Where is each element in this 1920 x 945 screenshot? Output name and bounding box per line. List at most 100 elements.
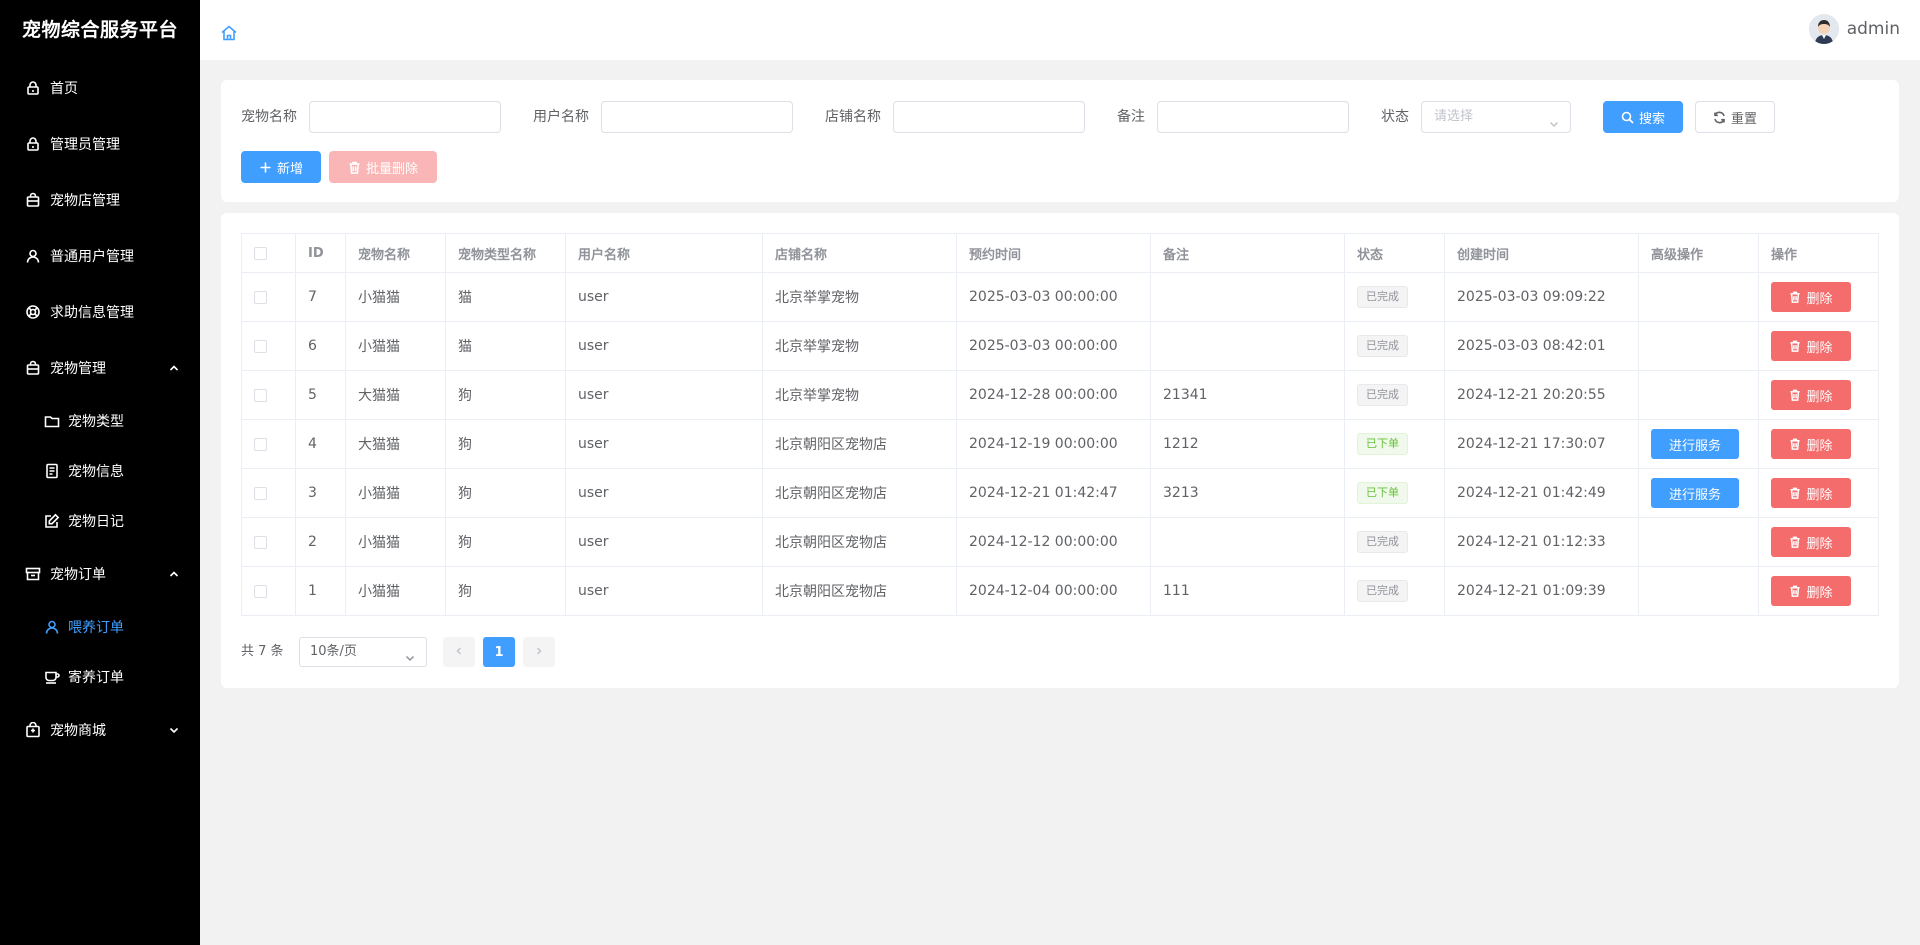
- chevron-down-icon: [1548, 112, 1560, 128]
- home-icon[interactable]: [220, 24, 238, 42]
- cell-id: 1: [295, 566, 346, 616]
- sidebar-item-pet-info[interactable]: 宠物信息: [0, 446, 200, 496]
- delete-button[interactable]: 删除: [1771, 331, 1851, 361]
- cell-actions: 删除: [1758, 419, 1879, 469]
- shop-name-label: 店铺名称: [825, 109, 881, 125]
- shopping-bag-icon: [24, 359, 42, 377]
- pet-name-label: 宠物名称: [241, 109, 297, 125]
- delete-button[interactable]: 删除: [1771, 282, 1851, 312]
- lifebuoy-icon: [24, 303, 42, 321]
- sidebar-item-pet-mall[interactable]: 宠物商城: [0, 702, 200, 758]
- cell-user-name: user: [565, 566, 763, 616]
- reset-button[interactable]: 重置: [1695, 101, 1775, 133]
- sidebar-item-pet-type[interactable]: 宠物类型: [0, 396, 200, 446]
- user-name-input[interactable]: [601, 101, 793, 133]
- cell-id: 4: [295, 419, 346, 469]
- chevron-down-icon: [404, 647, 416, 662]
- cell-remark: 3213: [1150, 468, 1345, 518]
- cell-status: 已完成: [1344, 321, 1445, 371]
- cell-advanced-actions: [1638, 370, 1759, 420]
- delete-button[interactable]: 删除: [1771, 527, 1851, 557]
- batch-delete-button[interactable]: 批量删除: [329, 151, 437, 183]
- table-header-row: ID 宠物名称 宠物类型名称 用户名称 店铺名称 预约时间 备注 状态 创建时间…: [241, 233, 1879, 273]
- sidebar-item-pet-diary[interactable]: 宠物日记: [0, 496, 200, 546]
- delete-button[interactable]: 删除: [1771, 380, 1851, 410]
- status-select[interactable]: 请选择: [1421, 101, 1571, 133]
- sidebar-item-feeding-orders[interactable]: 喂养订单: [0, 602, 200, 652]
- add-button[interactable]: 新增: [241, 151, 321, 183]
- row-checkbox-cell: [241, 272, 296, 322]
- delete-button-label: 删除: [1806, 291, 1833, 307]
- start-service-button[interactable]: 进行服务: [1651, 478, 1739, 508]
- row-checkbox[interactable]: [254, 437, 267, 451]
- row-checkbox-cell: [241, 566, 296, 616]
- sidebar-item-boarding-orders[interactable]: 寄养订单: [0, 652, 200, 702]
- cell-pet-type: 狗: [445, 370, 566, 420]
- table-row: 1 小猫猫狗 user 北京朝阳区宠物店 2024-12-04 00:00:00 111 已…: [241, 566, 1879, 616]
- cell-pet-type: 狗: [445, 517, 566, 567]
- sidebar-item-pet-shop[interactable]: 宠物店管理: [0, 172, 200, 228]
- shop-name-input[interactable]: [893, 101, 1085, 133]
- cell-pet-name: 小猫猫: [345, 272, 446, 322]
- row-checkbox[interactable]: [254, 584, 267, 598]
- next-page-button[interactable]: [523, 637, 555, 667]
- remark-input[interactable]: [1157, 101, 1349, 133]
- column-header: ID: [295, 233, 346, 273]
- sidebar-item-label: 宠物管理: [50, 361, 106, 377]
- start-service-button[interactable]: 进行服务: [1651, 429, 1739, 459]
- search-panel: 宠物名称 用户名称 店铺名称 备注 状态 请选择 搜索 重置 新增 批量删除: [221, 80, 1899, 202]
- page-button-current[interactable]: 1: [483, 637, 515, 667]
- cell-id: 2: [295, 517, 346, 567]
- delete-button-label: 删除: [1806, 487, 1833, 503]
- status-select-placeholder: 请选择: [1434, 109, 1474, 124]
- sidebar-item-label: 普通用户管理: [50, 249, 134, 265]
- delete-button[interactable]: 删除: [1771, 478, 1851, 508]
- page-size-value: 10条/页: [310, 644, 357, 659]
- trash-icon: [1789, 438, 1801, 450]
- cell-status: 已完成: [1344, 566, 1445, 616]
- trash-icon: [1789, 291, 1801, 303]
- table-panel: ID 宠物名称 宠物类型名称 用户名称 店铺名称 预约时间 备注 状态 创建时间…: [221, 213, 1899, 688]
- column-header: 宠物类型名称: [445, 233, 566, 273]
- user-icon: [44, 619, 60, 635]
- page-size-select[interactable]: 10条/页: [299, 637, 427, 667]
- cell-pet-name: 小猫猫: [345, 321, 446, 371]
- row-checkbox[interactable]: [254, 388, 267, 402]
- row-checkbox[interactable]: [254, 290, 267, 304]
- cell-user-name: user: [565, 321, 763, 371]
- cell-status: 已下单: [1344, 468, 1445, 518]
- column-header: 备注: [1150, 233, 1345, 273]
- cell-pet-type: 猫: [445, 272, 566, 322]
- chevron-down-icon: [168, 724, 180, 736]
- sidebar-item-pet-management[interactable]: 宠物管理: [0, 340, 200, 396]
- sidebar-item-help-info[interactable]: 求助信息管理: [0, 284, 200, 340]
- delete-button[interactable]: 删除: [1771, 429, 1851, 459]
- pet-name-input[interactable]: [309, 101, 501, 133]
- cell-advanced-actions: [1638, 272, 1759, 322]
- add-button-label: 新增: [276, 161, 303, 177]
- sidebar-item-pet-orders[interactable]: 宠物订单: [0, 546, 200, 602]
- status-badge: 已下单: [1357, 482, 1408, 504]
- row-checkbox[interactable]: [254, 535, 267, 549]
- cell-appointment-time: 2024-12-12 00:00:00: [956, 517, 1151, 567]
- sidebar-item-users[interactable]: 普通用户管理: [0, 228, 200, 284]
- user-menu[interactable]: admin: [1808, 14, 1900, 44]
- plus-icon: [259, 161, 272, 174]
- cell-created-time: 2025-03-03 08:42:01: [1444, 321, 1639, 371]
- cell-user-name: user: [565, 517, 763, 567]
- cell-id: 3: [295, 468, 346, 518]
- row-checkbox[interactable]: [254, 339, 267, 353]
- row-checkbox[interactable]: [254, 486, 267, 500]
- select-all-checkbox[interactable]: [254, 246, 267, 260]
- shopping-bag-icon: [24, 191, 42, 209]
- trash-icon: [1789, 536, 1801, 548]
- cell-shop-name: 北京朝阳区宠物店: [762, 468, 957, 518]
- sidebar-item-label: 首页: [50, 81, 78, 97]
- sidebar-item-home[interactable]: 首页: [0, 60, 200, 116]
- prev-page-button[interactable]: [443, 637, 475, 667]
- search-button[interactable]: 搜索: [1603, 101, 1683, 133]
- trash-icon: [348, 161, 361, 174]
- delete-button[interactable]: 删除: [1771, 576, 1851, 606]
- sidebar-item-admin[interactable]: 管理员管理: [0, 116, 200, 172]
- cell-created-time: 2024-12-21 01:12:33: [1444, 517, 1639, 567]
